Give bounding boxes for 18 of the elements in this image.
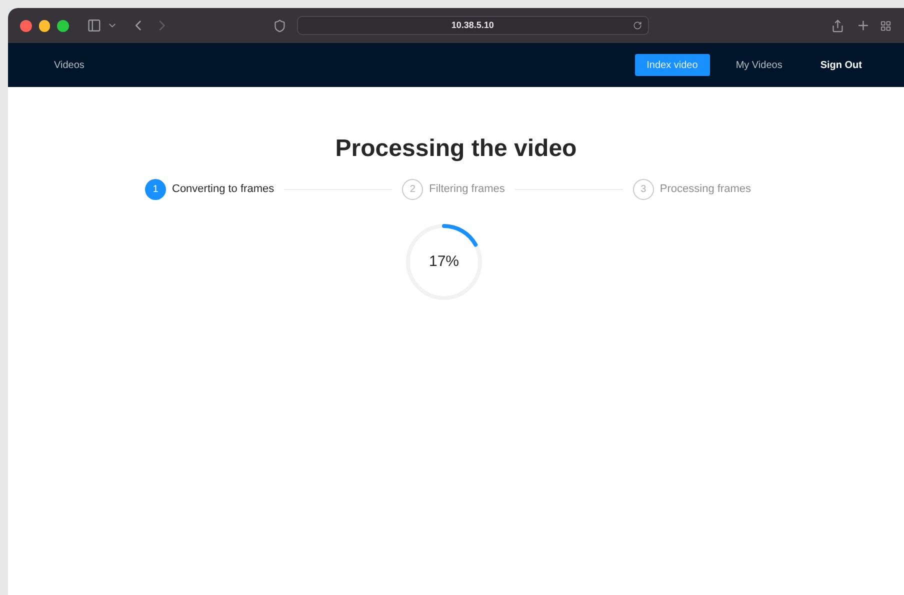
progress-reading: 17% <box>428 252 460 272</box>
nav-link[interactable]: Sign Out <box>808 54 874 76</box>
nav-link[interactable]: My Videos <box>724 54 794 76</box>
page-title: Processing the video <box>335 134 577 164</box>
step-label: Converting to frames <box>172 182 274 198</box>
brand-link[interactable]: Videos <box>54 58 84 72</box>
reload-icon[interactable] <box>632 21 642 30</box>
step-label: Filtering frames <box>429 182 505 198</box>
shield-icon[interactable] <box>273 18 287 32</box>
step-number: 1 <box>145 179 166 200</box>
step-number: 3 <box>632 179 654 200</box>
share-icon[interactable] <box>830 18 844 32</box>
tab-overview-icon[interactable] <box>880 20 892 32</box>
step-label: Processing frames <box>660 182 751 198</box>
address-field[interactable]: 10.38.5.10 <box>296 16 649 35</box>
sidebar-icon[interactable] <box>86 18 102 33</box>
new-tab-icon[interactable] <box>856 18 870 33</box>
step-number: 2 <box>402 179 424 200</box>
